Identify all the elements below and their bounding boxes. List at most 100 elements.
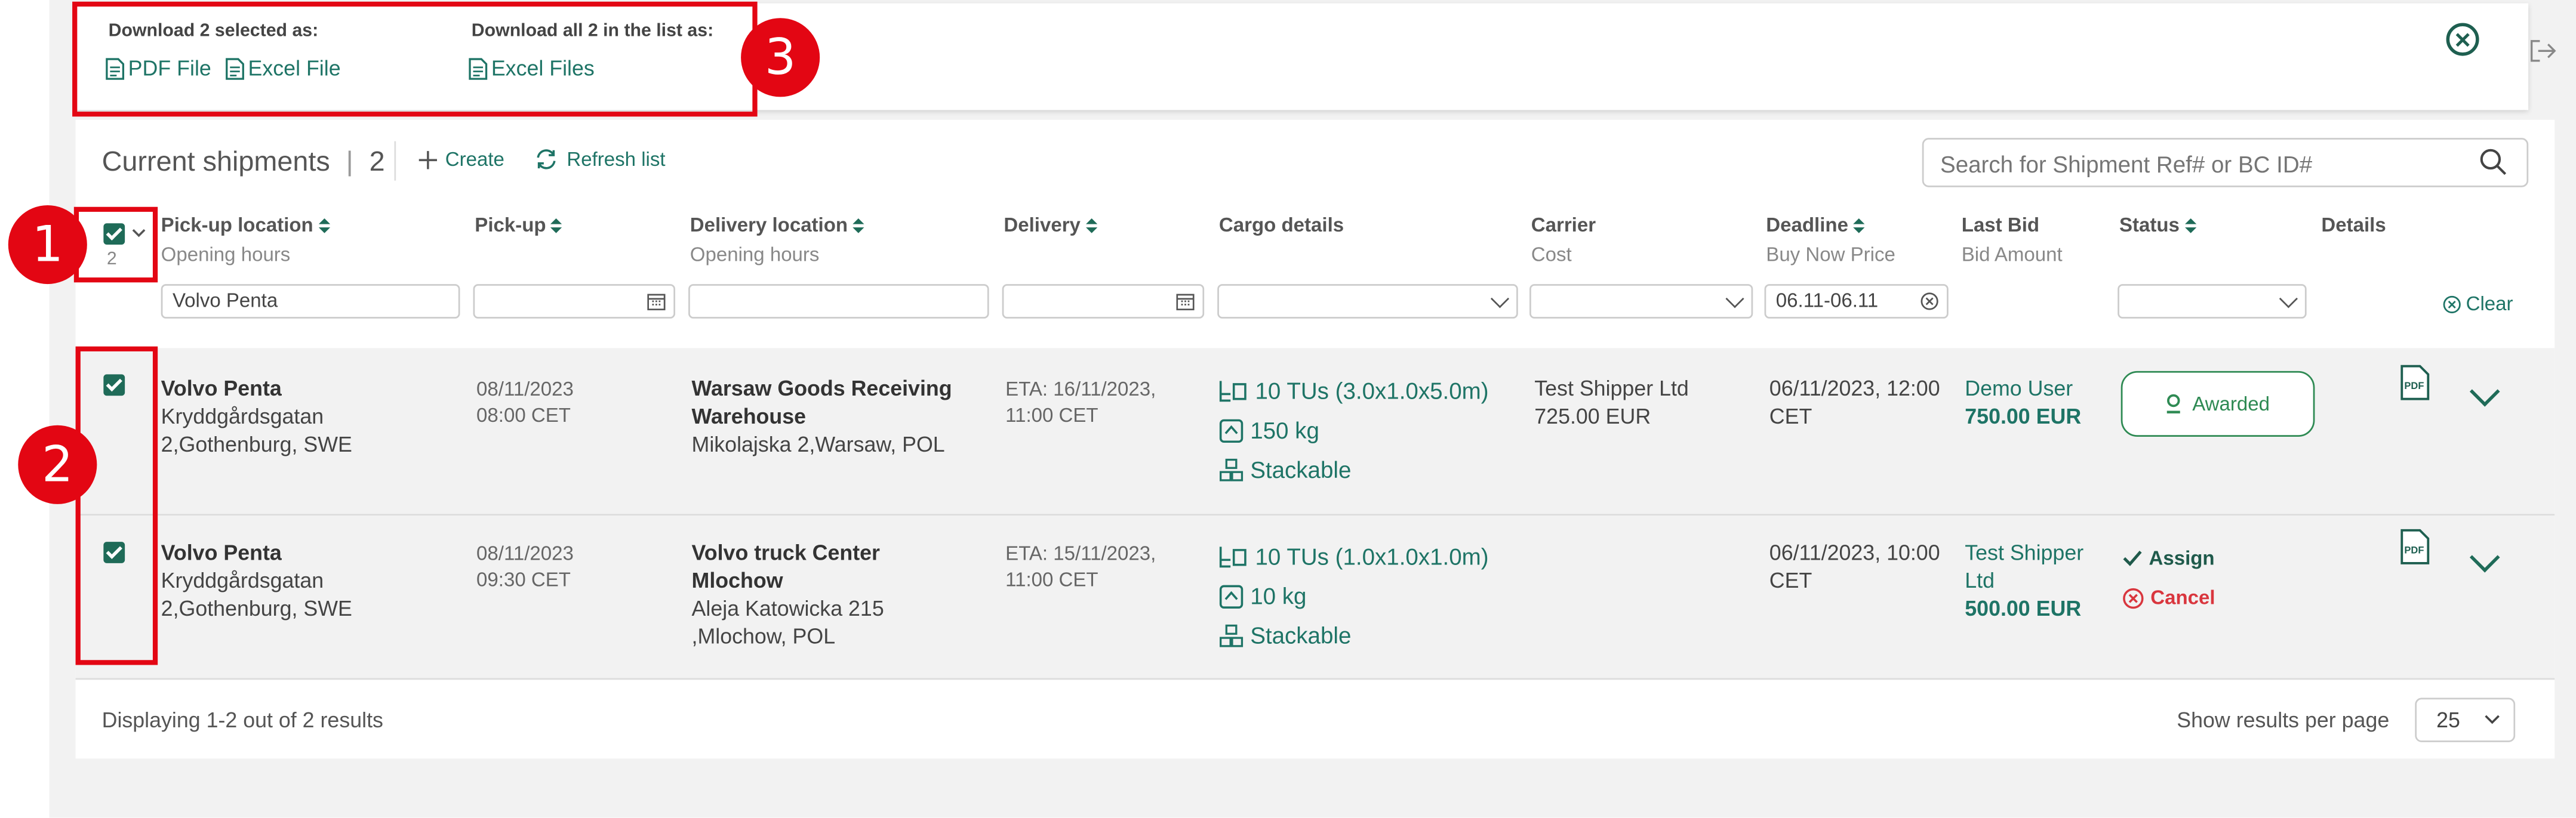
bid-amount: 500.00 EUR bbox=[1965, 595, 2082, 621]
cargo-tus: 10 TUs (1.0x1.0x1.0m) bbox=[1219, 537, 1489, 576]
sort-icon bbox=[1085, 218, 1097, 233]
title-separator: | bbox=[346, 146, 353, 178]
col-delivery-location-sub: Opening hours bbox=[690, 243, 820, 266]
cargo-cell: 10 TUs (3.0x1.0x5.0m) 150 kg Stackable bbox=[1219, 371, 1489, 489]
create-button[interactable]: Create bbox=[417, 148, 504, 171]
pickup-address-line1: Kryddgårdsgatan bbox=[161, 403, 324, 429]
cargo-stackable-text: Stackable bbox=[1250, 456, 1352, 483]
col-deadline[interactable]: Deadline bbox=[1766, 214, 1865, 236]
col-status[interactable]: Status bbox=[2119, 213, 2196, 237]
sort-icon bbox=[852, 218, 864, 233]
col-deadline-sub: Buy Now Price bbox=[1766, 243, 1895, 266]
calendar-icon[interactable] bbox=[1176, 292, 1195, 311]
pickup-location-filter[interactable]: Volvo Penta bbox=[161, 284, 460, 319]
clear-circle-icon bbox=[2443, 295, 2461, 313]
chevron-down-icon bbox=[1490, 289, 1510, 308]
eta-date: ETA: 15/11/2023, bbox=[1005, 542, 1156, 565]
sort-icon bbox=[318, 218, 330, 233]
clear-circle-icon[interactable] bbox=[1921, 292, 1938, 310]
delivery-address-line1: Mikolajska 2,Warsaw, POL bbox=[691, 431, 945, 457]
search-input[interactable] bbox=[1937, 146, 2470, 183]
cargo-weight: 10 kg bbox=[1219, 576, 1489, 616]
clear-filters-button[interactable]: Clear bbox=[2443, 292, 2513, 315]
cargo-weight: 150 kg bbox=[1219, 410, 1489, 450]
carrier-filter-select[interactable] bbox=[1529, 284, 1753, 319]
forklift-icon bbox=[1219, 547, 1247, 568]
deadline-cell: 06/11/2023, 10:00 CET bbox=[1769, 539, 1940, 595]
check-icon bbox=[2123, 551, 2142, 566]
calendar-icon[interactable] bbox=[647, 292, 666, 311]
cargo-stackable-text: Stackable bbox=[1250, 622, 1352, 649]
cancel-icon bbox=[2123, 587, 2144, 608]
pickup-location-cell: Volvo Penta Kryddgårdsgatan 2,Gothenburg… bbox=[161, 539, 457, 622]
annotation-box-2 bbox=[75, 346, 158, 665]
cargo-tus-text: 10 TUs (3.0x1.0x5.0m) bbox=[1255, 377, 1489, 404]
search-icon[interactable] bbox=[2479, 148, 2507, 176]
per-page-value: 25 bbox=[2436, 708, 2460, 733]
delivery-location-filter[interactable] bbox=[688, 284, 989, 319]
delivery-eta-cell: ETA: 15/11/2023, 11:00 CET bbox=[1005, 540, 1156, 592]
filter-value: 06.11-06.11 bbox=[1775, 289, 1879, 312]
bid-amount: 750.00 EUR bbox=[1965, 403, 2082, 429]
delivery-address-line2: ,Mlochow, POL bbox=[691, 623, 836, 649]
delivery-date-filter[interactable] bbox=[1002, 284, 1205, 319]
chevron-down-icon bbox=[2485, 715, 2500, 724]
pickup-date-filter[interactable] bbox=[473, 284, 676, 319]
last-bid-cell: Test Shipper Ltd 500.00 EUR bbox=[1965, 539, 2083, 622]
annotation-box-3 bbox=[72, 1, 758, 117]
assign-button[interactable]: Assign bbox=[2122, 547, 2215, 570]
pickup-date-cell: 08/11/2023 08:00 CET bbox=[476, 376, 574, 428]
screen: Download 2 selected as: PDF File Excel F… bbox=[0, 0, 2576, 818]
col-label: Status bbox=[2119, 213, 2180, 237]
filter-value: Volvo Penta bbox=[172, 289, 278, 312]
sort-icon bbox=[2184, 218, 2196, 233]
status-badge: Awarded bbox=[2120, 371, 2315, 437]
forklift-icon bbox=[1219, 381, 1247, 402]
pickup-address-line2: 2,Gothenburg, SWE bbox=[161, 431, 352, 457]
bidder-name: Test Shipper bbox=[1965, 540, 2084, 565]
eta-date: ETA: 16/11/2023, bbox=[1005, 377, 1156, 401]
page-title: Current shipments | 2 bbox=[102, 146, 385, 179]
annotation-badge-1: 1 bbox=[8, 205, 87, 285]
cancel-button[interactable]: Cancel bbox=[2122, 586, 2215, 609]
eta-time: 11:00 CET bbox=[1005, 568, 1098, 591]
pickup-time: 09:30 CET bbox=[476, 568, 571, 591]
col-pickup-location[interactable]: Pick-up location bbox=[161, 214, 330, 236]
sort-icon bbox=[550, 218, 563, 233]
pdf-icon[interactable]: PDF bbox=[2400, 365, 2430, 401]
annotation-badge-2: 2 bbox=[18, 425, 97, 504]
per-page-select[interactable]: 25 bbox=[2415, 697, 2516, 742]
deadline-cell: 06/11/2023, 12:00 CET bbox=[1769, 374, 1940, 430]
status-filter-select[interactable] bbox=[2118, 284, 2307, 319]
create-label: Create bbox=[445, 147, 504, 171]
carrier-cost: 725.00 EUR bbox=[1534, 403, 1651, 429]
deadline-date: 06/11/2023, 10:00 bbox=[1769, 540, 1940, 565]
pickup-time: 08:00 CET bbox=[476, 403, 571, 427]
cargo-weight-text: 150 kg bbox=[1250, 416, 1319, 444]
weight-icon bbox=[1219, 418, 1244, 442]
deadline-date: 06/11/2023, 12:00 bbox=[1769, 376, 1940, 401]
delivery-location-cell: Warsaw Goods Receiving Warehouse Mikolaj… bbox=[692, 374, 987, 458]
cargo-filter-select[interactable] bbox=[1217, 284, 1518, 319]
close-icon[interactable]: ✕ bbox=[2446, 23, 2479, 56]
stack-icon bbox=[1220, 623, 1244, 647]
delivery-name-line2: Warehouse bbox=[691, 403, 807, 429]
delivery-name-line1: Volvo truck Center bbox=[691, 540, 880, 565]
deadline-filter[interactable]: 06.11-06.11 bbox=[1764, 284, 1949, 319]
col-delivery-location[interactable]: Delivery location bbox=[690, 214, 864, 236]
status-text: Awarded bbox=[2192, 392, 2270, 416]
col-delivery[interactable]: Delivery bbox=[1004, 214, 1097, 236]
delivery-address-line1: Aleja Katowicka 215 bbox=[691, 595, 884, 621]
cargo-weight-text: 10 kg bbox=[1250, 582, 1307, 609]
results-summary: Displaying 1-2 out of 2 results bbox=[101, 708, 383, 733]
title-text: Current shipments bbox=[101, 146, 330, 178]
pickup-name: Volvo Penta bbox=[161, 376, 282, 401]
logout-icon[interactable] bbox=[2528, 39, 2558, 63]
pdf-icon[interactable]: PDF bbox=[2400, 529, 2430, 565]
refresh-button[interactable]: Refresh list bbox=[534, 148, 666, 171]
search-box[interactable] bbox=[1922, 138, 2529, 187]
footer-divider bbox=[75, 678, 2555, 680]
col-pickup[interactable]: Pick-up bbox=[475, 214, 563, 236]
shipment-count: 2 bbox=[369, 146, 385, 178]
svg-text:PDF: PDF bbox=[2404, 381, 2424, 391]
